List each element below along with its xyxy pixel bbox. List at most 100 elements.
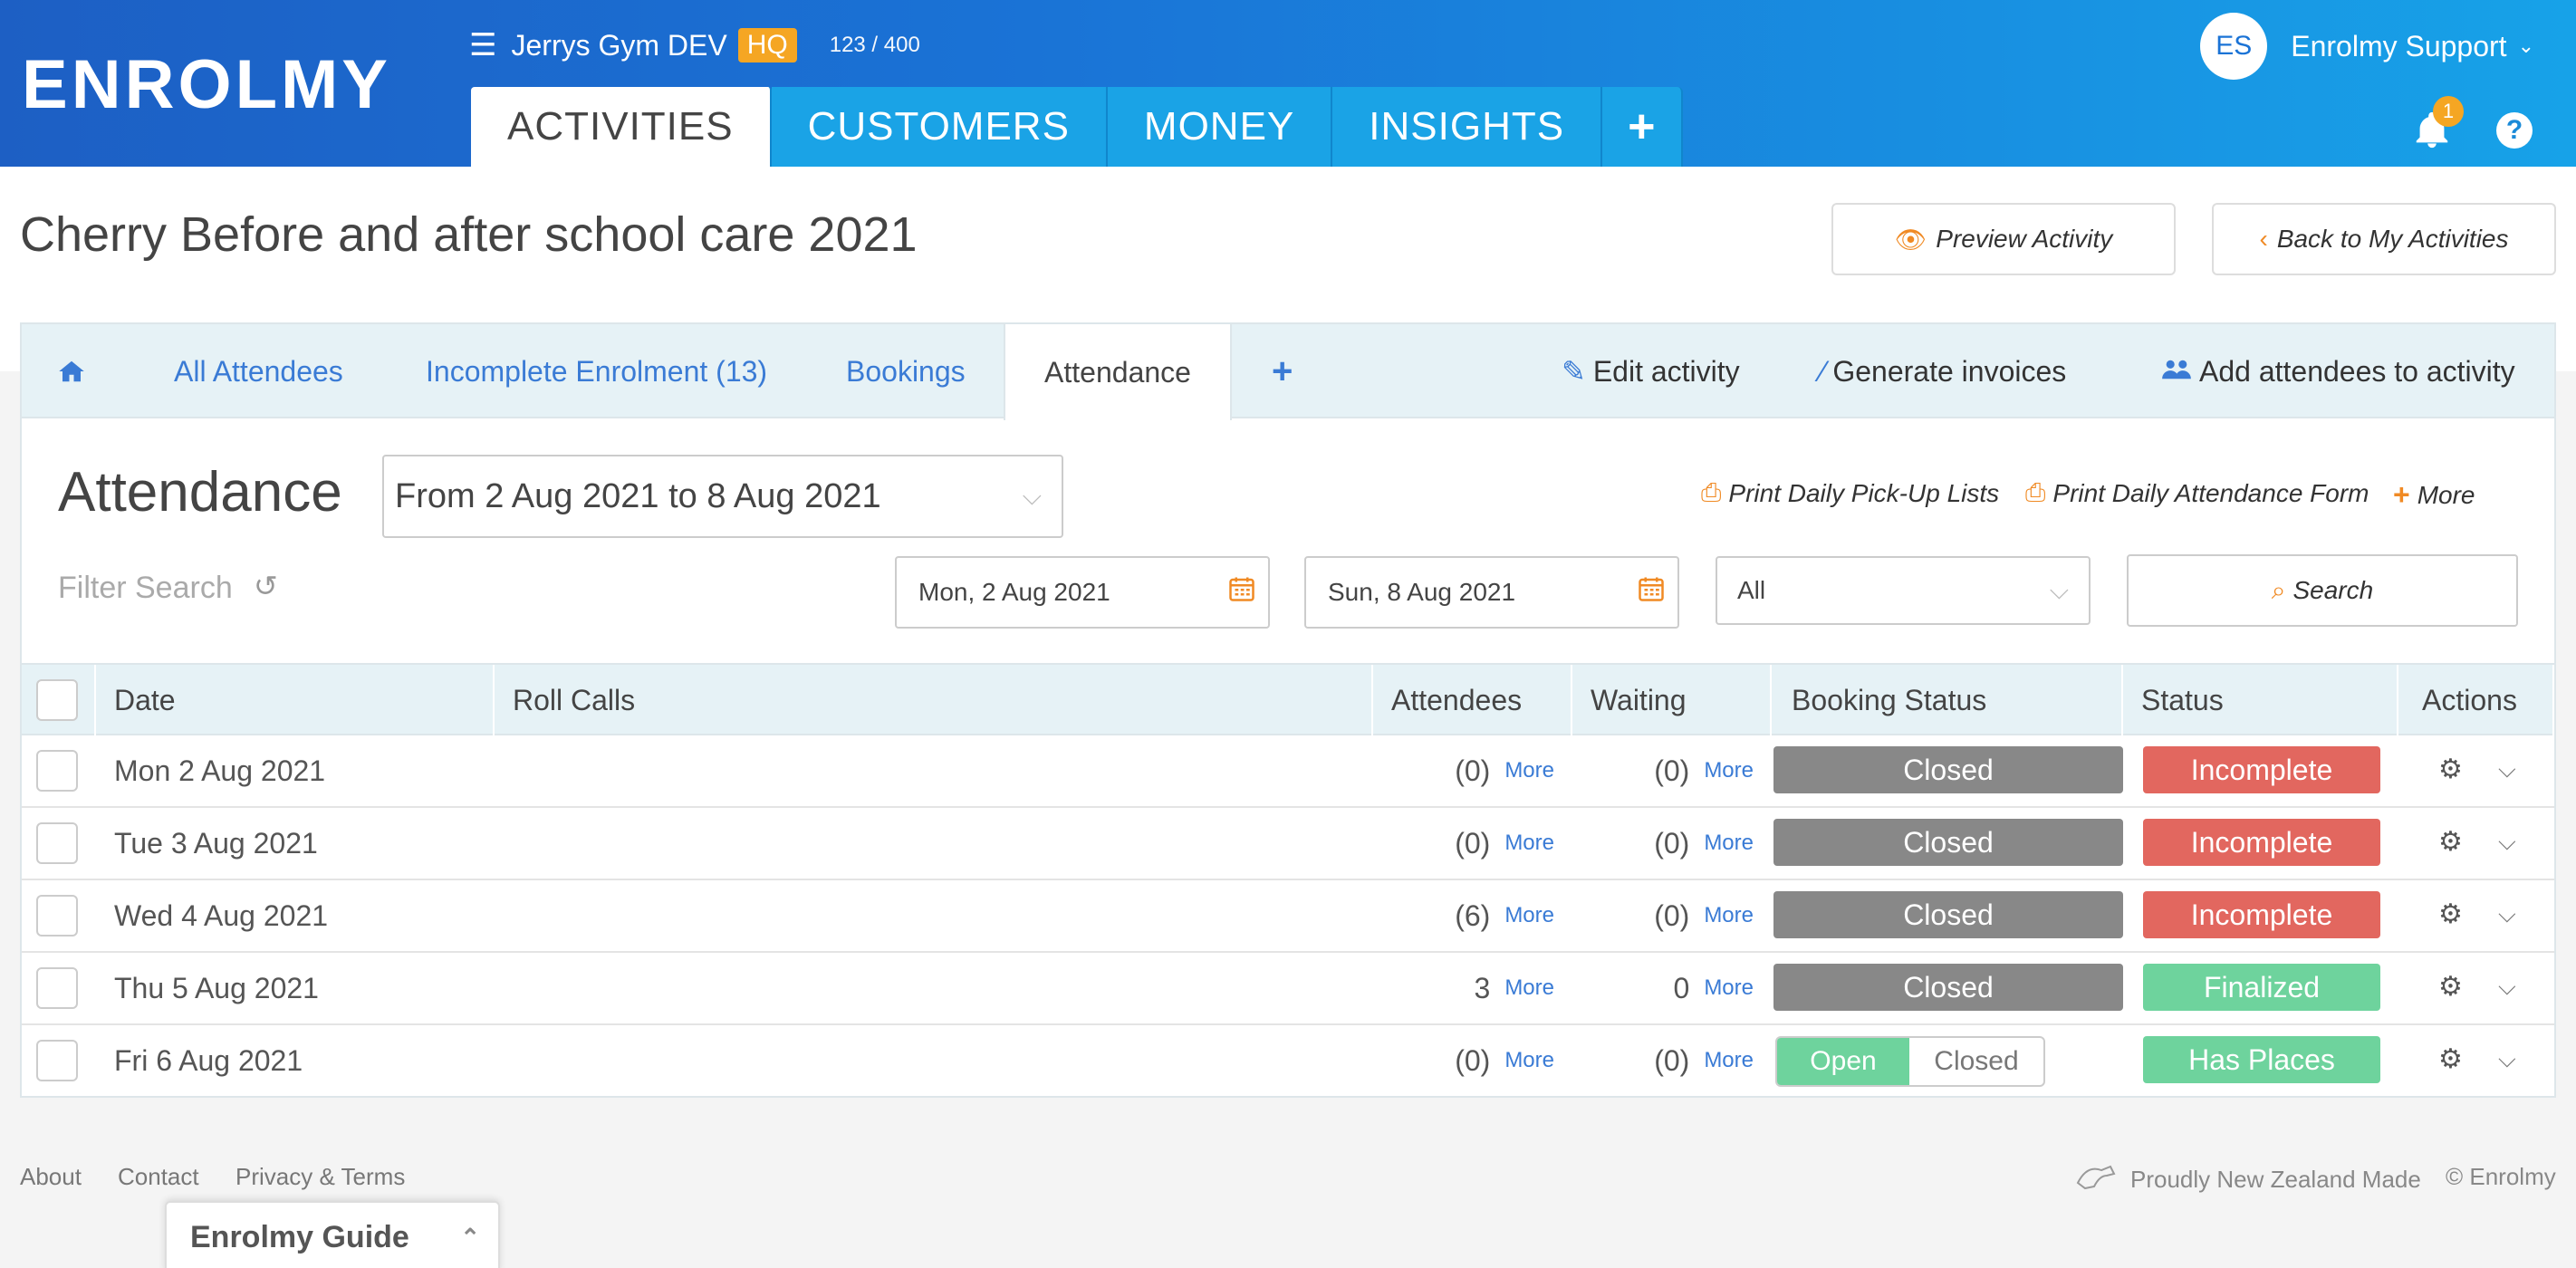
attendees-more-link[interactable]: More [1504, 831, 1554, 856]
row-checkbox[interactable] [36, 750, 78, 792]
org-name[interactable]: Jerrys Gym DEV [511, 29, 726, 62]
select-all-checkbox[interactable] [36, 679, 78, 721]
filter-search-label: Filter Search [58, 571, 233, 605]
footer-privacy-link[interactable]: Privacy & Terms [235, 1163, 405, 1191]
back-to-activities-label: Back to My Activities [2276, 225, 2509, 253]
preview-activity-button[interactable]: 👁 Preview Activity [1831, 203, 2176, 275]
attendees-more-link[interactable]: More [1504, 975, 1554, 1001]
org-switcher[interactable]: ☰ Jerrys Gym DEV HQ 123 / 400 [469, 27, 920, 63]
row-checkbox[interactable] [36, 895, 78, 937]
tab-add-button[interactable]: + [1272, 324, 1293, 418]
footer-nz-made: Proudly New Zealand Made [2074, 1163, 2421, 1196]
tab-bookings[interactable]: Bookings [846, 324, 966, 418]
edit-activity-button[interactable]: ✎ Edit activity [1562, 324, 1740, 418]
nav-tab-money[interactable]: MONEY [1107, 87, 1333, 167]
generate-invoices-button[interactable]: ⁄ Generate invoices [1821, 324, 2066, 418]
waiting-count: (0) [1654, 826, 1690, 860]
tab-all-attendees[interactable]: All Attendees [174, 324, 343, 418]
row-date: Mon 2 Aug 2021 [114, 754, 326, 787]
attendees-more-link[interactable]: More [1504, 903, 1554, 928]
page-title: Cherry Before and after school care 2021 [20, 207, 918, 262]
chevron-up-icon[interactable]: ⌃ [460, 1224, 480, 1252]
waiting-cell: (0) More [1562, 808, 1772, 879]
capacity-count: 123 / 400 [829, 33, 920, 57]
booking-status-badge[interactable]: Closed [1773, 964, 2123, 1011]
calendar-icon[interactable] [1638, 575, 1665, 610]
footer-contact-link[interactable]: Contact [118, 1163, 199, 1191]
plus-icon: + [2393, 478, 2410, 511]
nav-tab-activities[interactable]: ACTIVITIES [471, 87, 772, 167]
end-date-input[interactable]: Sun, 8 Aug 2021 [1304, 556, 1679, 629]
back-to-activities-button[interactable]: ‹ Back to My Activities [2212, 203, 2556, 275]
preview-activity-label: Preview Activity [1936, 225, 2113, 253]
waiting-more-link[interactable]: More [1704, 831, 1754, 856]
waiting-more-link[interactable]: More [1704, 903, 1754, 928]
magic-wand-icon: ⁄ [1821, 354, 1826, 388]
table-row: Tue 3 Aug 2021 (0) More (0) More Closed … [22, 808, 2554, 880]
add-attendees-label: Add attendees to activity [2199, 354, 2515, 388]
row-date: Wed 4 Aug 2021 [114, 898, 329, 932]
print-attendance-form-link[interactable]: ⎙ Print Daily Attendance Form [2025, 478, 2369, 508]
tab-attendance[interactable]: Attendance [1004, 324, 1232, 420]
reset-icon[interactable]: ↺ [254, 569, 278, 603]
waiting-more-link[interactable]: More [1704, 975, 1754, 1001]
booking-closed-option[interactable]: Closed [1909, 1038, 2043, 1085]
enrolmy-guide-panel[interactable]: Enrolmy Guide ⌃ [165, 1201, 500, 1268]
booking-status-badge[interactable]: Closed [1773, 819, 2123, 866]
gear-icon[interactable]: ⚙ [2438, 826, 2463, 858]
date-range-select[interactable]: From 2 Aug 2021 to 8 Aug 2021 ⌵ [382, 455, 1063, 538]
booking-open-option[interactable]: Open [1777, 1038, 1909, 1085]
gear-icon[interactable]: ⚙ [2438, 898, 2463, 930]
attendees-more-link[interactable]: More [1504, 1048, 1554, 1073]
start-date-input[interactable]: Mon, 2 Aug 2021 [895, 556, 1270, 629]
attendees-more-link[interactable]: More [1504, 758, 1554, 783]
chevron-down-icon[interactable]: ⌵ [2498, 755, 2516, 784]
waiting-more-link[interactable]: More [1704, 1048, 1754, 1073]
nav-add-button[interactable]: + [1602, 87, 1684, 167]
waiting-more-link[interactable]: More [1704, 758, 1754, 783]
row-checkbox[interactable] [36, 1040, 78, 1081]
status-badge: Finalized [2143, 964, 2380, 1011]
gear-icon[interactable]: ⚙ [2438, 1043, 2463, 1075]
booking-status-badge[interactable]: Closed [1773, 746, 2123, 793]
header-date[interactable]: Date [96, 665, 495, 735]
chevron-down-icon[interactable]: ⌵ [2498, 973, 2516, 1002]
booking-status-badge[interactable]: Closed [1773, 891, 2123, 938]
add-attendees-button[interactable]: Add attendees to activity [2161, 324, 2515, 418]
search-label: Search [2292, 576, 2374, 604]
help-icon[interactable]: ? [2496, 112, 2533, 149]
generate-invoices-label: Generate invoices [1832, 354, 2067, 388]
chevron-down-icon[interactable]: ⌵ [2498, 900, 2516, 929]
tab-incomplete-enrolment[interactable]: Incomplete Enrolment (13) [426, 324, 767, 418]
booking-status-toggle[interactable]: Open Closed [1775, 1036, 2045, 1087]
more-actions-link[interactable]: + More [2393, 478, 2475, 512]
search-button[interactable]: ⌕ Search [2127, 554, 2518, 627]
footer-about-link[interactable]: About [20, 1163, 82, 1191]
status-filter-select[interactable]: All ⌵ [1716, 556, 2091, 625]
chevron-down-icon[interactable]: ⌵ [2498, 1045, 2516, 1074]
row-checkbox[interactable] [36, 967, 78, 1009]
enrolmy-logo[interactable]: ENROLMY [22, 45, 391, 124]
user-name[interactable]: Enrolmy Support [2291, 30, 2506, 63]
more-actions-label: More [2417, 480, 2475, 509]
gear-icon[interactable]: ⚙ [2438, 754, 2463, 785]
chevron-down-icon[interactable]: ⌵ [2498, 828, 2516, 857]
waiting-count: (0) [1654, 898, 1690, 932]
user-menu[interactable]: ES Enrolmy Support ⌄ [2200, 13, 2534, 80]
chevron-down-icon[interactable]: ⌄ [2518, 34, 2534, 58]
guide-label: Enrolmy Guide [190, 1219, 409, 1254]
gear-icon[interactable]: ⚙ [2438, 971, 2463, 1003]
row-checkbox[interactable] [36, 822, 78, 864]
waiting-cell: 0 More [1562, 953, 1772, 1023]
printer-icon: ⎙ [2025, 478, 2046, 506]
nav-tab-customers[interactable]: CUSTOMERS [771, 87, 1108, 167]
hamburger-menu-icon[interactable]: ☰ [469, 27, 496, 63]
avatar[interactable]: ES [2200, 13, 2268, 80]
nav-tab-insights[interactable]: INSIGHTS [1332, 87, 1603, 167]
waiting-count: (0) [1654, 1043, 1690, 1077]
activity-subtabs: All Attendees Incomplete Enrolment (13) … [22, 324, 2554, 420]
waiting-cell: (0) More [1562, 880, 1772, 951]
print-pickup-lists-link[interactable]: ⎙ Print Daily Pick-Up Lists [1701, 478, 1999, 508]
calendar-icon[interactable] [1228, 575, 1255, 610]
home-icon[interactable] [58, 324, 85, 418]
